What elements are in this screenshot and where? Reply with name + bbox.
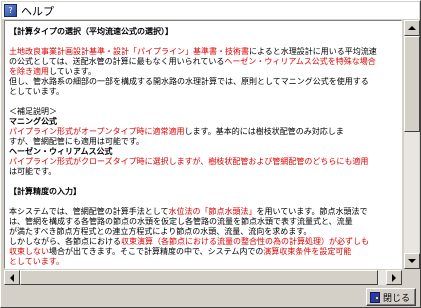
body-text: します。基本的には樹枝状配管のみ対応しま (184, 127, 344, 136)
highlight-text: パイプライン形式がクローズタイプ時に選択しますが、樹枝状配管および管網配管のどち… (9, 157, 369, 166)
highlight-text: 土地改良事業計画設計基準・設計「パイプライン」基準書・技術書 (9, 47, 249, 56)
body-text: しています。 (49, 67, 96, 76)
scrollbar-corner (403, 270, 419, 285)
vertical-scrollbar[interactable] (403, 20, 420, 269)
paragraph-line: を除き適用しています。 (9, 67, 397, 77)
close-button-label: 閉じる (383, 293, 411, 304)
highlight-text: 収束しない (9, 247, 49, 256)
paragraph-line: 但し、管水路系の細部の一部を構成する開水路の水理計算では、原則としてマニング公式… (9, 77, 369, 86)
body-text: 場合が出てきます。そこで計算精度の中で、システム内での (49, 247, 264, 256)
title-bar[interactable]: ? ヘルプ (2, 2, 419, 19)
paragraph-line: 収束しない場合が出てきます。そこで計算精度の中で、システム内での演算収束条件を設… (9, 247, 397, 257)
vertical-scroll-thumb[interactable] (404, 36, 420, 132)
horizontal-scrollbar[interactable] (4, 270, 402, 285)
note-label: ＜補足説明＞ (9, 107, 57, 116)
highlight-text: パイプライン形式がオープンタイプ時に適常適用 (9, 127, 185, 136)
scroll-down-button[interactable] (404, 253, 420, 269)
highlight-text: 演算収束条件を設定可能 (263, 247, 352, 256)
arrow-up-icon (408, 26, 416, 30)
section-heading-precision: 【計算精度の入力】 (9, 187, 81, 196)
help-book-icon: ? (4, 4, 17, 17)
hazen-williams-title: ヘーゼン・ウィリアムス公式 (9, 147, 113, 156)
paragraph-line: すが、管網配管にも適用は可能です。 (9, 137, 145, 146)
highlight-text: 水位法の「節点水頭法」 (168, 207, 257, 216)
window-title: ヘルプ (21, 4, 54, 18)
close-button[interactable]: 閉じる (366, 288, 416, 306)
highlight-text: を除き適用 (9, 67, 49, 76)
paragraph-line: 本システムでは、管網配管の計算手法として水位法の「節点水頭法」を用いています。節… (9, 207, 397, 217)
horizontal-scroll-thumb[interactable] (20, 270, 378, 285)
highlight-text: としています。 (9, 257, 64, 266)
paragraph-line: は可能です。 (9, 167, 57, 176)
paragraph-line: しかしながら、各節点における収束演算（各節点における流量の整合性の為の計算処理）… (9, 237, 397, 247)
paragraph-line: パイプライン形式がクローズタイプ時に選択しますが、樹枝状配管および管網配管のどち… (9, 157, 397, 167)
body-text: を用いています。節点水頭法で (256, 207, 368, 216)
body-text: の公式としては、送配水管の計算に最もなく用いられている (9, 57, 225, 66)
arrow-down-icon (408, 259, 416, 263)
body-text: しかしながら、各節点における (9, 237, 121, 246)
arrow-right-icon (392, 273, 396, 282)
paragraph-line: パイプライン形式がオープンタイプ時に適常適用します。基本的には樹枝状配管のみ対応… (9, 127, 397, 137)
manning-title: マニング公式 (9, 117, 57, 126)
paragraph-line: としています。 (9, 87, 64, 96)
section-heading-formula: 【計算タイプの選択（平均流速公式の選択）】 (9, 27, 173, 36)
scroll-up-button[interactable] (404, 20, 420, 36)
paragraph-line: が満たすべき節点方程式との連立方程式により節点の水頭、流量、流向を求めます。 (9, 227, 312, 236)
paragraph-line: は、管網を構成する各管路の節点の水頭を仮定し各管路の流量を節点水頭で表す流量式と… (9, 217, 353, 226)
paragraph-line: 土地改良事業計画設計基準・設計「パイプライン」基準書・技術書によると水理設計に用… (9, 47, 397, 57)
help-window: ? ヘルプ 【計算タイプの選択（平均流速公式の選択）】土地改良事業計画設計基準・… (0, 0, 421, 308)
scroll-left-button[interactable] (4, 270, 20, 285)
highlight-text: 収束演算（各節点における流量の整合性の為の計算処理）が必ずしも (121, 237, 369, 246)
help-content-pane[interactable]: 【計算タイプの選択（平均流速公式の選択）】土地改良事業計画設計基準・設計「パイプ… (4, 20, 402, 269)
paragraph-line: の公式としては、送配水管の計算に最もなく用いられているヘーゼン・ウィリアムス公式… (9, 57, 397, 67)
help-document: 【計算タイプの選択（平均流速公式の選択）】土地改良事業計画設計基準・設計「パイプ… (9, 21, 397, 267)
paragraph-line: としています。 (9, 257, 397, 267)
highlight-text: ヘーゼン・ウィリアムス公式を特殊な場合 (224, 57, 376, 66)
body-text: 本システムでは、管網配管の計算手法として (9, 207, 169, 216)
door-exit-icon (370, 291, 380, 303)
arrow-left-icon (10, 273, 14, 282)
scroll-right-button[interactable] (386, 270, 402, 285)
body-text: によると水理設計に用いる平均流速 (249, 47, 377, 56)
